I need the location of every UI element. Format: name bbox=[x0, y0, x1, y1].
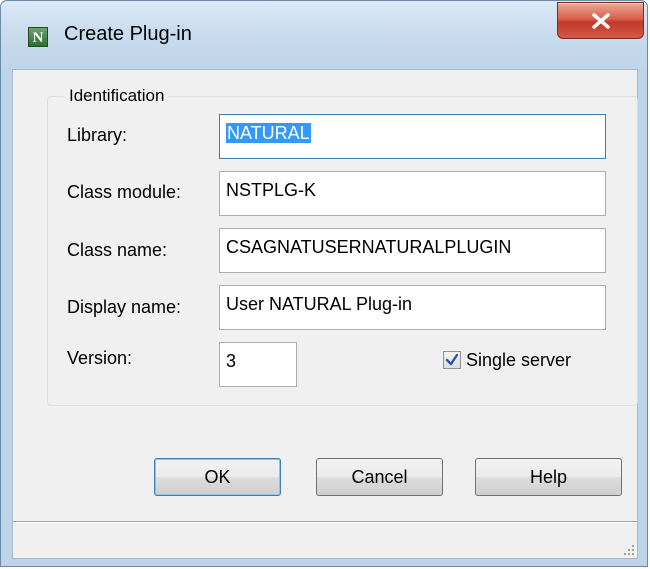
ok-button[interactable]: OK bbox=[154, 458, 281, 496]
class-name-label: Class name: bbox=[67, 240, 168, 260]
close-button[interactable] bbox=[557, 2, 644, 39]
natural-app-icon: N bbox=[28, 27, 48, 47]
help-button[interactable]: Help bbox=[475, 458, 622, 496]
status-bar bbox=[13, 523, 637, 558]
cancel-button[interactable]: Cancel bbox=[316, 458, 443, 496]
single-server-checkbox[interactable] bbox=[443, 351, 461, 369]
identification-group-label: Identification bbox=[65, 86, 169, 106]
close-icon bbox=[592, 13, 610, 29]
library-input[interactable]: NATURAL bbox=[219, 114, 606, 159]
create-plugin-dialog: N Create Plug-in Identification Library:… bbox=[0, 0, 648, 567]
class-name-input[interactable]: CSAGNATUSERNATURALPLUGIN bbox=[219, 228, 606, 273]
single-server-label[interactable]: Single server bbox=[466, 350, 571, 371]
version-input[interactable]: 3 bbox=[219, 342, 297, 387]
display-name-label: Display name: bbox=[67, 297, 182, 317]
library-label: Library: bbox=[67, 125, 128, 145]
version-label: Version: bbox=[67, 348, 133, 368]
library-value: NATURAL bbox=[226, 123, 311, 143]
class-module-label: Class module: bbox=[67, 182, 182, 202]
title-bar[interactable]: N Create Plug-in bbox=[1, 1, 649, 69]
checkmark-icon bbox=[445, 353, 459, 366]
window-title: Create Plug-in bbox=[64, 23, 192, 45]
class-module-input[interactable]: NSTPLG-K bbox=[219, 171, 606, 216]
dialog-body: Identification Library: NATURAL Class mo… bbox=[12, 69, 638, 559]
resize-grip-icon[interactable] bbox=[623, 544, 635, 556]
display-name-input[interactable]: User NATURAL Plug-in bbox=[219, 285, 606, 330]
